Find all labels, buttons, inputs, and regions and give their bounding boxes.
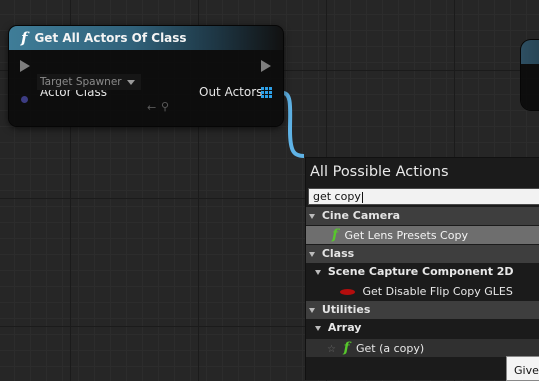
use-selected-arrow-icon[interactable]: ← bbox=[147, 101, 156, 114]
category-cine-camera[interactable]: Cine Camera bbox=[306, 207, 539, 225]
action-get-lens-presets-copy[interactable]: f Get Lens Presets Copy bbox=[306, 226, 539, 244]
function-icon: f bbox=[332, 227, 339, 243]
node-title: Get All Actors Of Class bbox=[34, 31, 187, 45]
actor-class-value: Target Spawner bbox=[40, 76, 122, 88]
subcategory-array[interactable]: Array bbox=[306, 319, 539, 337]
action-get-disable-flip-copy-gles[interactable]: Get Disable Flip Copy GLES bbox=[306, 283, 539, 301]
actor-class-pin[interactable] bbox=[21, 96, 28, 103]
expand-triangle-icon bbox=[309, 251, 315, 257]
function-icon: f bbox=[21, 29, 28, 47]
subcategory-scene-capture[interactable]: Scene Capture Component 2D bbox=[306, 263, 539, 281]
favorite-star-icon[interactable]: ☆ bbox=[327, 344, 336, 355]
expand-triangle-icon bbox=[315, 269, 321, 275]
search-value: get copy bbox=[313, 190, 361, 203]
category-utilities[interactable]: Utilities bbox=[306, 301, 539, 319]
category-class[interactable]: Class bbox=[306, 245, 539, 263]
exec-out-pin[interactable] bbox=[261, 60, 271, 72]
function-icon: f bbox=[343, 340, 350, 356]
array-pin-icon[interactable] bbox=[261, 87, 272, 98]
chevron-down-icon bbox=[126, 79, 135, 85]
actor-class-dropdown[interactable]: Target Spawner bbox=[37, 74, 141, 90]
search-input[interactable]: get copy bbox=[308, 188, 539, 205]
menu-title: All Possible Actions bbox=[310, 164, 449, 180]
expand-triangle-icon bbox=[309, 307, 315, 313]
tooltip: Giver bbox=[506, 356, 539, 381]
red-component-icon bbox=[340, 289, 355, 295]
expand-triangle-icon bbox=[315, 325, 321, 331]
action-get-a-copy[interactable]: ☆ f Get (a copy) bbox=[306, 339, 539, 357]
browse-search-icon[interactable]: ⚲ bbox=[161, 100, 169, 113]
out-actors-label: Out Actors bbox=[199, 85, 263, 99]
node-header[interactable]: f Get All Actors Of Class bbox=[9, 26, 283, 50]
actions-menu[interactable]: All Possible Actions get copy Cine Camer… bbox=[305, 157, 539, 380]
partial-node[interactable] bbox=[521, 40, 539, 110]
expand-triangle-icon bbox=[309, 213, 315, 219]
exec-in-pin[interactable] bbox=[20, 60, 30, 72]
